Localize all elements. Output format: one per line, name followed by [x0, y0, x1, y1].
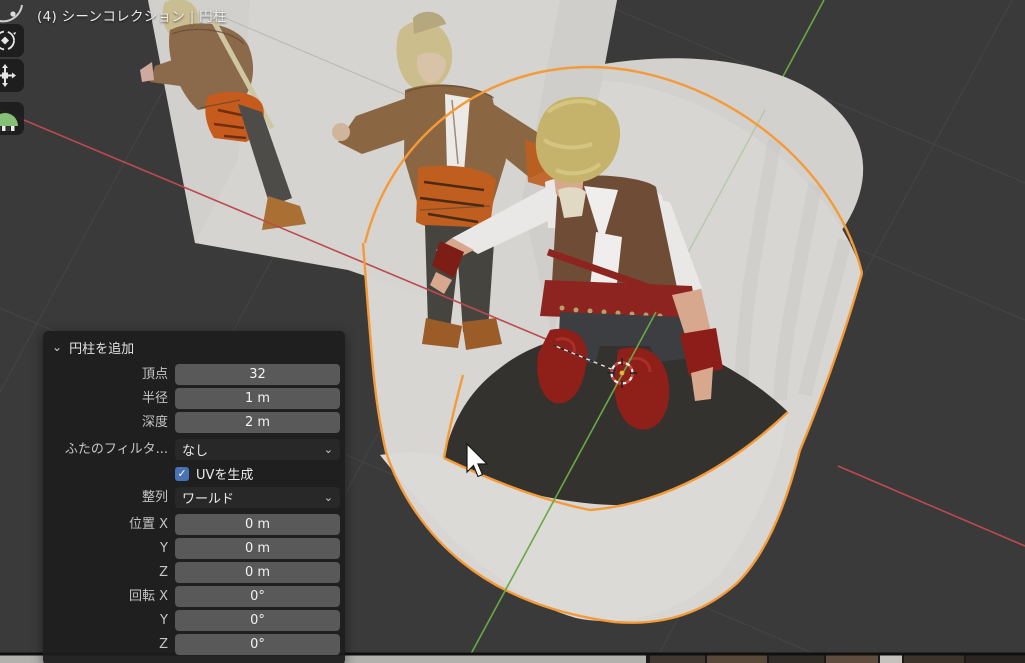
location-x-field[interactable]: 0 m	[175, 514, 340, 535]
radius-field[interactable]: 1 m	[175, 388, 340, 409]
radius-label: 半径	[141, 391, 168, 406]
depth-field[interactable]: 2 m	[175, 412, 340, 433]
location-z-value: 0 m	[244, 565, 271, 580]
orbit-gizmo-dot	[10, 11, 16, 17]
location-y-label: Y	[160, 541, 168, 556]
row-generate-uvs: ✓ UVを生成	[43, 463, 340, 484]
location-x-label: 位置 X	[128, 517, 168, 532]
location-x-value: 0 m	[244, 517, 271, 532]
align-dropdown[interactable]: ワールド ⌄	[175, 487, 340, 508]
vertices-label: 頂点	[141, 367, 168, 382]
gauge-button[interactable]	[0, 102, 24, 135]
row-rotation-x: 回転 X 0°	[43, 586, 340, 607]
row-vertices: 頂点 32	[43, 364, 340, 385]
row-rotation-y: Y 0°	[43, 610, 340, 631]
cap-fill-label: ふたのフィルタ...	[64, 442, 168, 457]
rotation-y-value: 0°	[250, 613, 265, 628]
align-value: ワールド	[182, 492, 235, 507]
operator-panel-title: 円柱を追加	[69, 342, 135, 357]
rotation-z-label: Z	[159, 637, 168, 652]
location-z-label: Z	[159, 565, 168, 580]
row-depth: 深度 2 m	[43, 412, 340, 433]
row-align: 整列 ワールド ⌄	[43, 487, 340, 508]
vertices-field[interactable]: 32	[175, 364, 340, 385]
align-label: 整列	[141, 490, 168, 505]
row-rotation-z: Z 0°	[43, 634, 340, 655]
rotate-view-button[interactable]	[0, 24, 24, 57]
rotation-y-field[interactable]: 0°	[175, 610, 340, 631]
depth-value: 2 m	[244, 415, 271, 430]
move-view-button[interactable]	[0, 59, 24, 92]
rotation-y-label: Y	[160, 613, 168, 628]
location-y-value: 0 m	[244, 541, 271, 556]
operator-panel-header[interactable]: ⌄ 円柱を追加	[43, 336, 340, 364]
location-y-field[interactable]: 0 m	[175, 538, 340, 559]
row-cap-fill: ふたのフィルタ... なし ⌄	[43, 439, 340, 460]
rotation-x-label: 回転 X	[128, 589, 168, 604]
row-radius: 半径 1 m	[43, 388, 340, 409]
cap-fill-value: なし	[182, 444, 209, 459]
depth-label: 深度	[141, 415, 168, 430]
rotation-z-value: 0°	[250, 637, 265, 652]
row-location-z: Z 0 m	[43, 562, 340, 583]
collapse-chevron-icon: ⌄	[52, 339, 63, 354]
chevron-down-icon: ⌄	[323, 443, 333, 456]
generate-uvs-label: UVを生成	[196, 468, 254, 483]
location-z-field[interactable]: 0 m	[175, 562, 340, 583]
radius-value: 1 m	[244, 391, 271, 406]
empty-label	[43, 463, 168, 484]
operator-panel: ⌄ 円柱を追加 頂点 32 半径 1 m 深度 2 m ふたのフィルタ... な…	[43, 331, 345, 663]
cap-fill-dropdown[interactable]: なし ⌄	[175, 439, 340, 460]
vertices-value: 32	[249, 367, 266, 382]
row-location-x: 位置 X 0 m	[43, 514, 340, 535]
rotation-x-value: 0°	[250, 589, 265, 604]
rotation-z-field[interactable]: 0°	[175, 634, 340, 655]
generate-uvs-checkbox[interactable]: ✓	[175, 466, 189, 481]
chevron-down-icon: ⌄	[323, 491, 333, 504]
blender-window: (4) シーンコレクション | 円柱 ⌄ 円柱を追加 頂点 32 半径 1 m …	[0, 0, 1025, 663]
viewport-header-text: (4) シーンコレクション | 円柱	[37, 9, 227, 25]
row-location-y: Y 0 m	[43, 538, 340, 559]
rotation-x-field[interactable]: 0°	[175, 586, 340, 607]
